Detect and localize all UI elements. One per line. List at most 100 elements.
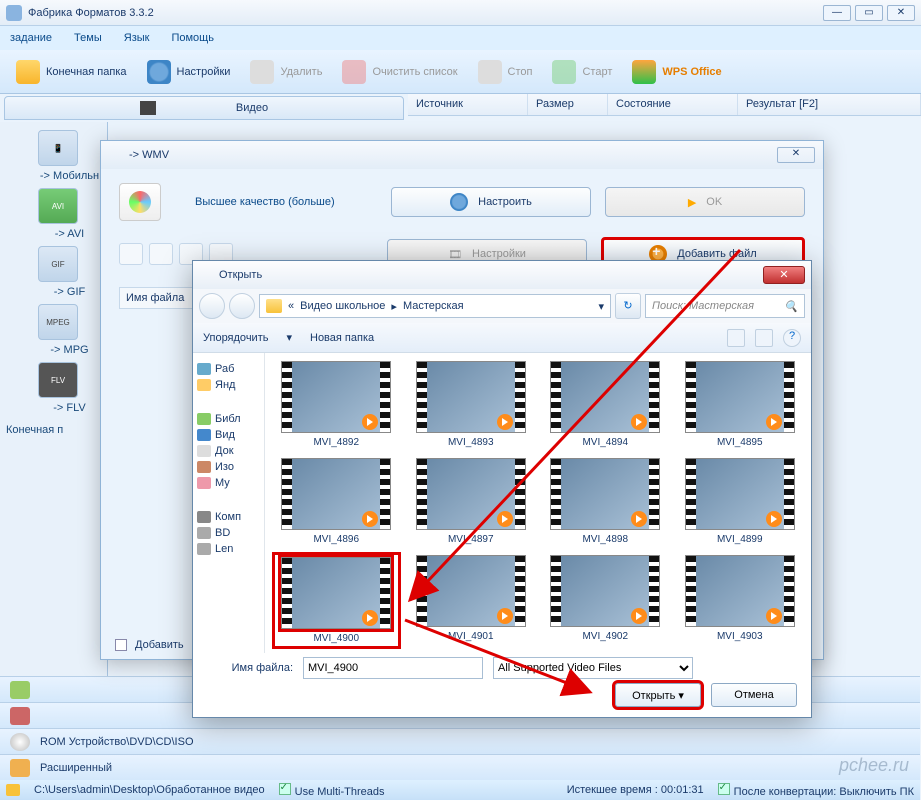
file-item[interactable]: MVI_4893 (410, 361, 533, 448)
file-label: MVI_4901 (410, 631, 533, 642)
dest-folder-button[interactable]: Конечная папка (6, 56, 137, 88)
open-button[interactable]: Открыть ▾ (615, 683, 701, 707)
refresh-button[interactable]: ↻ (615, 293, 641, 319)
col-state[interactable]: Состояние (608, 94, 738, 115)
open-close-button[interactable]: ✕ (763, 266, 805, 284)
format-mobile[interactable]: 📱-> Мобильн (38, 130, 101, 182)
gear-icon (147, 60, 171, 84)
menu-bar: задание Темы Язык Помощь (0, 26, 921, 50)
col-result[interactable]: Результат [F2] (738, 94, 921, 115)
file-item[interactable]: MVI_4899 (679, 458, 802, 545)
preview-button[interactable] (755, 329, 773, 347)
file-item[interactable]: MVI_4897 (410, 458, 533, 545)
folder-icon (266, 299, 282, 313)
wmv-title: -> WMV (129, 149, 169, 161)
breadcrumb[interactable]: « Видео школьное▸ Мастерская ▾ (259, 294, 611, 318)
start-button[interactable]: Старт (542, 56, 622, 88)
play-icon (497, 608, 513, 624)
music-icon (197, 477, 211, 489)
file-item[interactable]: MVI_4896 (275, 458, 398, 545)
format-sidebar: 📱-> Мобильн AVI-> AVI GIF-> GIF MPEG-> M… (0, 122, 108, 772)
wps-icon (632, 60, 656, 84)
menu-themes[interactable]: Темы (74, 32, 102, 44)
add-set-checkbox[interactable] (115, 639, 127, 651)
file-item[interactable]: MVI_4903 (679, 555, 802, 646)
tab-video[interactable]: Видео (4, 96, 404, 120)
multithread-checkbox[interactable] (279, 783, 291, 795)
file-item[interactable]: MVI_4901 (410, 555, 533, 646)
tree-computer[interactable]: Комп (197, 511, 260, 523)
col-source[interactable]: Источник (408, 94, 528, 115)
wmv-close-button[interactable]: ✕ (777, 147, 815, 163)
file-label: MVI_4899 (679, 534, 802, 545)
view-button[interactable] (727, 329, 745, 347)
tree-yandex[interactable]: Янд (197, 379, 260, 391)
cancel-button[interactable]: Отмена (711, 683, 797, 707)
format-avi[interactable]: AVI-> AVI (38, 188, 101, 240)
delete-button[interactable]: Удалить (240, 56, 332, 88)
file-item[interactable]: MVI_4900 (275, 555, 398, 646)
tree-videos[interactable]: Вид (197, 429, 260, 441)
col-size[interactable]: Размер (528, 94, 608, 115)
ok-button[interactable]: ▶OK (605, 187, 805, 217)
format-gif[interactable]: GIF-> GIF (38, 246, 101, 298)
settings-button[interactable]: Настройки (137, 56, 241, 88)
after-checkbox[interactable] (718, 783, 730, 795)
desktop-icon (197, 363, 211, 375)
filter-select[interactable]: All Supported Video Files (493, 657, 693, 679)
organize-button[interactable]: Упорядочить (203, 332, 268, 344)
menu-language[interactable]: Язык (124, 32, 150, 44)
file-item[interactable]: MVI_4898 (544, 458, 667, 545)
open-dialog: Открыть ✕ « Видео школьное▸ Мастерская ▾… (192, 260, 812, 718)
wmv-format-icon (119, 183, 161, 221)
file-label: MVI_4894 (544, 437, 667, 448)
advanced-row[interactable]: Расширенный (0, 754, 920, 780)
tree-len[interactable]: Len (197, 543, 260, 555)
play-icon (497, 414, 513, 430)
file-label: MVI_4893 (410, 437, 533, 448)
configure-button[interactable]: Настроить (391, 187, 591, 217)
tree-desktop[interactable]: Раб (197, 363, 260, 375)
mpeg-icon: MPEG (38, 304, 78, 340)
new-folder-button[interactable]: Новая папка (310, 332, 374, 344)
open-dialog-icon (199, 268, 213, 282)
play-icon (766, 608, 782, 624)
format-flv[interactable]: FLV-> FLV (38, 362, 101, 414)
format-mpg[interactable]: MPEG-> MPG (38, 304, 101, 356)
help-button[interactable]: ? (783, 329, 801, 347)
drive-icon (197, 543, 211, 555)
status-elapsed: Истекшее время : 00:01:31 (567, 784, 704, 796)
close-button[interactable]: ✕ (887, 5, 915, 21)
clear-list-button[interactable]: Очистить список (332, 56, 467, 88)
tree-bd[interactable]: BD (197, 527, 260, 539)
quality-label[interactable]: Высшее качество (больше) (175, 196, 377, 208)
tree-images[interactable]: Изо (197, 461, 260, 473)
nav-forward-button[interactable] (229, 293, 255, 319)
rom-row[interactable]: ROM Устройство\DVD\CD\ISO (0, 728, 920, 754)
stop-button[interactable]: Стоп (468, 56, 543, 88)
film-icon: 🎞 (448, 248, 462, 261)
file-item[interactable]: MVI_4894 (544, 361, 667, 448)
menu-task[interactable]: задание (10, 32, 52, 44)
tool-icon-1[interactable] (119, 243, 143, 265)
file-item[interactable]: MVI_4892 (275, 361, 398, 448)
nav-back-button[interactable] (199, 293, 225, 319)
filename-input[interactable] (303, 657, 483, 679)
filename-label: Имя файла: (205, 662, 293, 674)
file-item[interactable]: MVI_4902 (544, 555, 667, 646)
tree-libraries[interactable]: Библ (197, 413, 260, 425)
tree-music[interactable]: Му (197, 477, 260, 489)
wps-button[interactable]: WPS Office (622, 56, 731, 88)
videos-icon (197, 429, 211, 441)
clear-icon (342, 60, 366, 84)
file-item[interactable]: MVI_4895 (679, 361, 802, 448)
tool-icon-2[interactable] (149, 243, 173, 265)
tree-documents[interactable]: Док (197, 445, 260, 457)
maximize-button[interactable]: ▭ (855, 5, 883, 21)
gear-icon (450, 193, 468, 211)
search-input[interactable]: Поиск: Мастерская🔍 (645, 294, 805, 318)
minimize-button[interactable]: — (823, 5, 851, 21)
main-titlebar: Фабрика Форматов 3.3.2 — ▭ ✕ (0, 0, 921, 26)
menu-help[interactable]: Помощь (171, 32, 214, 44)
file-label: MVI_4897 (410, 534, 533, 545)
